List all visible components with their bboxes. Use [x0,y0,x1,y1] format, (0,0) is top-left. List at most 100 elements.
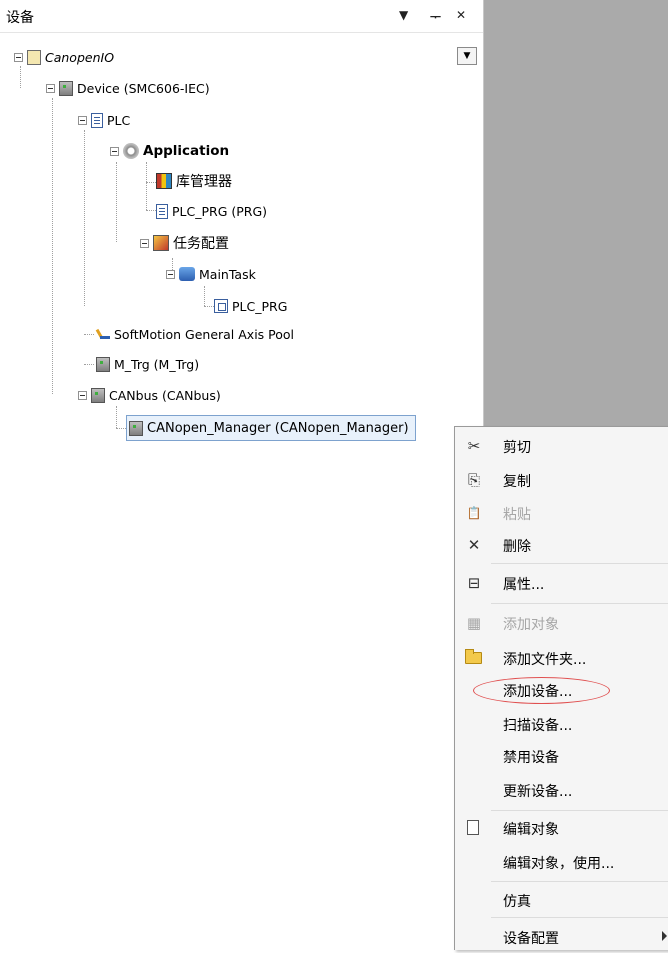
collapse-toggle[interactable] [166,269,175,279]
tree-node-task-config[interactable]: 任务配置 [140,232,229,254]
tree-node-plc-prg[interactable]: PLC_PRG (PRG) [156,200,267,222]
task-config-icon [153,235,169,251]
edit-document-icon [467,820,479,835]
menu-separator [491,563,668,564]
menu-item-label: 编辑对象，使用... [503,856,615,872]
device-icon [91,387,105,403]
menu-item-simulation[interactable]: 仿真 [455,884,668,916]
tree-node-label: PLC_PRG (PRG) [172,203,268,219]
collapse-toggle[interactable] [140,238,149,248]
tree-line [204,286,205,306]
tree-node-label: CANbus (CANbus) [109,387,221,403]
axis-pool-icon [96,328,110,340]
menu-item-label: 扫描设备... [503,718,573,734]
menu-item-label: 添加文件夹... [503,652,587,668]
library-books-icon [156,173,172,189]
tree-line [146,162,147,210]
tree-node-m-trg[interactable]: M_Trg (M_Trg) [96,353,199,375]
plc-logic-icon [91,112,103,128]
menu-item-update-device[interactable]: 更新设备... [455,774,668,806]
tree-node-label: MainTask [199,266,256,282]
tree-node-label: 库管理器 [176,174,232,190]
menu-item-edit-object[interactable]: 编辑对象 [455,812,668,844]
tree-line [20,66,21,88]
menu-item-label: 编辑对象 [503,822,559,838]
tree-node-canopen-manager[interactable]: CANopen_Manager (CANopen_Manager) [126,415,416,441]
tree-node-plc-prg-call[interactable]: PLC_PRG [214,295,287,317]
tree-node-label: Device (SMC606-IEC) [77,80,210,96]
tree-node-project[interactable]: CanopenIO [14,46,114,68]
tree-node-device[interactable]: Device (SMC606-IEC) [46,77,210,99]
tree-node-main-task[interactable]: MainTask [166,263,256,285]
device-icon [129,420,143,436]
paste-icon: 📋 [466,506,482,520]
collapse-toggle[interactable] [14,52,23,62]
tree-node-axis-pool[interactable]: SoftMotion General Axis Pool [96,323,294,345]
collapse-toggle[interactable] [78,115,87,125]
pin-icon[interactable]: ᅮ [430,8,441,25]
menu-item-label: 仿真 [503,894,531,910]
menu-separator [491,603,668,604]
collapse-toggle[interactable] [78,390,87,400]
collapse-toggle[interactable] [46,83,55,93]
program-call-icon [214,299,228,313]
submenu-arrow-icon [662,931,667,941]
tree-line [116,428,126,429]
menu-item-label: 删除 [503,539,531,555]
annotation-oval [473,677,610,704]
add-object-icon: ▦ [466,614,482,632]
properties-icon: ⊟ [467,574,481,592]
devices-panel-header: 设备 ▼ ᅮ ✕ [0,0,484,33]
close-icon[interactable]: ✕ [456,8,466,22]
tree-line [84,334,94,335]
tree-node-label: Application [143,143,230,159]
application-gear-icon [123,143,139,159]
device-icon [96,356,110,372]
panel-menu-arrow-icon[interactable]: ▼ [399,8,408,22]
menu-item-label: 禁用设备 [503,750,559,766]
copy-icon: ⎘ [467,471,480,489]
tree-line [204,306,214,307]
tree-line [84,130,85,306]
menu-item-device-config[interactable]: 设备配置 [455,921,668,953]
menu-item-cut[interactable]: ✂ 剪切 [455,430,668,462]
tree-node-label: CanopenIO [45,49,115,65]
tree-node-label: M_Trg (M_Trg) [114,356,200,372]
folder-icon [465,649,482,664]
tree-line [116,406,117,428]
program-document-icon [156,203,168,219]
device-icon [59,80,73,96]
menu-item-properties[interactable]: ⊟ 属性... [455,567,668,599]
task-icon [179,267,195,281]
menu-item-label: 复制 [503,474,531,490]
menu-separator [491,917,668,918]
panel-title: 设备 [6,10,34,26]
tree-node-application[interactable]: Application [110,140,229,162]
tree-node-canbus[interactable]: CANbus (CANbus) [78,384,221,406]
menu-item-delete[interactable]: ✕ 删除 [455,529,668,561]
tree-node-label: PLC_PRG [232,298,288,314]
menu-item-paste: 📋 粘贴 [455,497,668,529]
tree-node-label: PLC [107,112,131,128]
tree-dropdown-button[interactable]: ▼ [457,47,477,65]
tree-line [146,210,156,211]
tree-node-library-manager[interactable]: 库管理器 [156,170,232,192]
menu-item-label: 粘贴 [503,507,531,523]
menu-item-label: 设备配置 [503,931,559,947]
tree-node-label: CANopen_Manager (CANopen_Manager) [147,420,409,436]
tree-node-label: 任务配置 [173,236,229,252]
tree-node-plc[interactable]: PLC [78,109,130,131]
menu-item-add-folder[interactable]: 添加文件夹... [455,642,668,674]
menu-item-scan-devices[interactable]: 扫描设备... [455,708,668,740]
menu-item-disable-device[interactable]: 禁用设备 [455,740,668,772]
menu-item-edit-object-with[interactable]: 编辑对象，使用... [455,846,668,878]
menu-separator [491,810,668,811]
tree-node-label: SoftMotion General Axis Pool [114,326,295,342]
tree-line [84,364,94,365]
menu-item-copy[interactable]: ⎘ 复制 [455,464,668,496]
menu-item-add-object: ▦ 添加对象 [455,607,668,639]
tree-line [116,162,117,242]
menu-item-label: 更新设备... [503,784,573,800]
collapse-toggle[interactable] [110,146,119,156]
menu-item-label: 添加对象 [503,617,559,633]
